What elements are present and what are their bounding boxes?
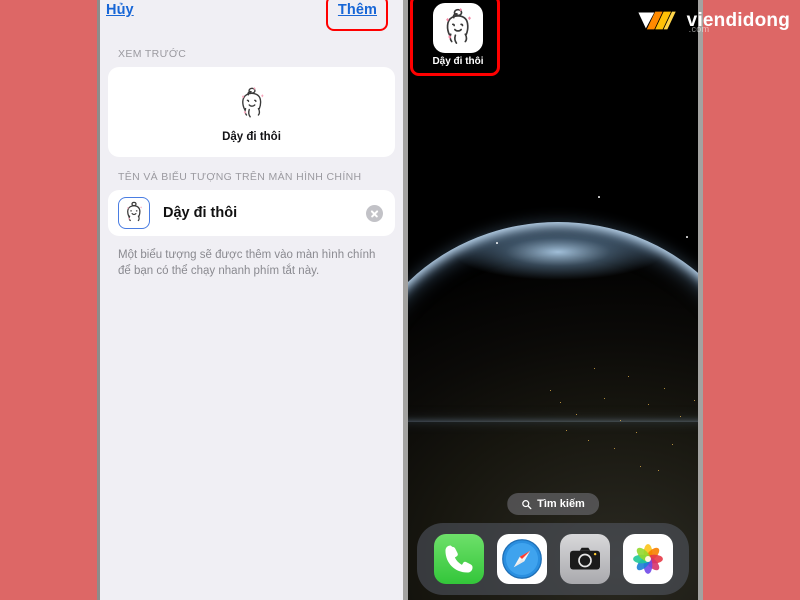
camera-icon [569, 547, 600, 570]
cancel-button[interactable]: Hủy [106, 2, 134, 18]
shortcut-icon-picker[interactable] [118, 197, 150, 229]
shortcut-app-label: Dậy đi thôi [432, 56, 484, 67]
compass-icon [501, 539, 542, 579]
shortcut-name-row[interactable]: Dậy đi thôi [108, 190, 395, 236]
shortcut-name-input[interactable]: Dậy đi thôi [163, 205, 366, 221]
shortcut-app-icon[interactable] [433, 3, 483, 53]
preview-card: Dậy đi thôi [108, 67, 395, 157]
dock-item-safari[interactable] [496, 534, 547, 584]
clear-text-button[interactable] [366, 204, 383, 222]
preview-section-header: XEM TRƯỚC [118, 48, 187, 60]
sheet-nav-bar: Hủy Thêm [100, 0, 403, 34]
viendidong-logo-icon [636, 6, 680, 34]
shortcut-artwork-icon [229, 81, 274, 126]
watermark-suffix: .com [688, 23, 710, 34]
search-button[interactable]: Tìm kiếm [507, 493, 599, 515]
add-to-home-screen-sheet: Hủy Thêm XEM TRƯỚC Dậy đi thôi TÊN VÀ BI… [97, 0, 403, 600]
dock [417, 523, 689, 595]
search-icon [522, 499, 532, 509]
sheet-footnote: Một biểu tượng sẽ được thêm vào màn hình… [118, 249, 376, 277]
dock-item-phone[interactable] [433, 534, 484, 584]
name-section-header: TÊN VÀ BIỂU TƯỢNG TRÊN MÀN HÌNH CHÍNH [118, 171, 362, 183]
add-button[interactable]: Thêm [338, 2, 377, 18]
iphone-home-screen: Dậy đi thôi Tìm kiếm [403, 0, 703, 600]
dock-item-camera[interactable] [559, 534, 610, 584]
preview-shortcut-name: Dậy đi thôi [222, 130, 281, 143]
photos-flower-icon [632, 544, 663, 574]
phone-icon [444, 545, 473, 573]
search-label: Tìm kiếm [537, 498, 585, 510]
dock-item-photos[interactable] [622, 534, 673, 584]
watermark-logo: viendidong .com [636, 6, 790, 34]
home-screen-app-shortcut[interactable]: Dậy đi thôi [419, 3, 497, 67]
watermark-text: viendidong .com [687, 11, 790, 34]
